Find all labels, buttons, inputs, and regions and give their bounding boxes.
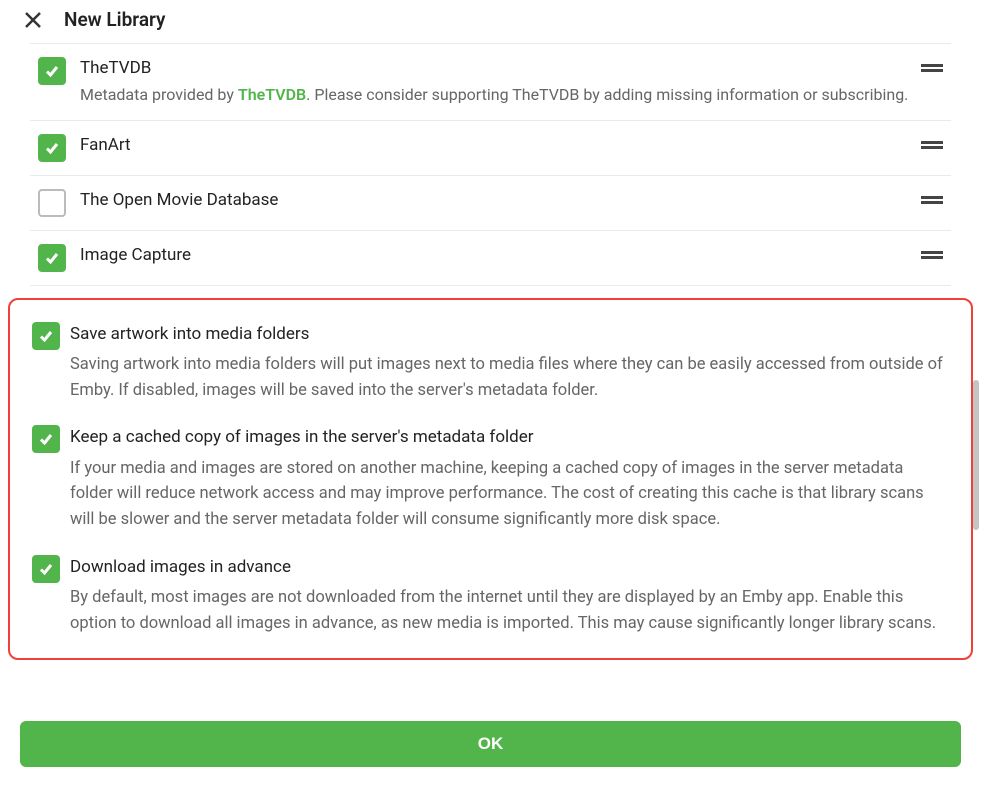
metadata-provider-omdb: The Open Movie Database	[30, 176, 951, 231]
provider-text: TheTVDB Metadata provided by TheTVDB. Pl…	[80, 57, 911, 107]
checkbox-save-artwork[interactable]	[32, 322, 60, 350]
option-text: Save artwork into media folders Saving a…	[70, 322, 949, 404]
provider-title: The Open Movie Database	[80, 189, 911, 213]
metadata-provider-fanart: FanArt	[30, 121, 951, 176]
option-desc: By default, most images are not download…	[70, 585, 949, 636]
ok-button[interactable]: OK	[20, 721, 961, 767]
provider-text: The Open Movie Database	[80, 189, 911, 213]
dialog-content: TheTVDB Metadata provided by TheTVDB. Pl…	[0, 43, 981, 660]
scrollbar[interactable]	[973, 380, 979, 530]
option-desc: If your media and images are stored on a…	[70, 456, 949, 533]
checkbox-fanart[interactable]	[38, 134, 66, 162]
dialog-title: New Library	[64, 8, 165, 31]
option-text: Keep a cached copy of images in the serv…	[70, 425, 949, 532]
artwork-options-group: Save artwork into media folders Saving a…	[8, 298, 973, 660]
drag-handle-icon[interactable]	[911, 244, 943, 262]
option-desc: Saving artwork into media folders will p…	[70, 352, 949, 403]
provider-text: FanArt	[80, 134, 911, 158]
dialog-header: New Library	[0, 0, 981, 43]
option-title: Download images in advance	[70, 555, 949, 581]
thetvdb-link[interactable]: TheTVDB	[238, 85, 306, 104]
drag-handle-icon[interactable]	[911, 57, 943, 75]
provider-desc: Metadata provided by TheTVDB. Please con…	[80, 83, 911, 107]
checkbox-cached-copy[interactable]	[32, 425, 60, 453]
provider-title: TheTVDB	[80, 57, 911, 81]
option-title: Keep a cached copy of images in the serv…	[70, 425, 949, 451]
option-cached-copy: Keep a cached copy of images in the serv…	[32, 425, 949, 532]
provider-text: Image Capture	[80, 244, 911, 268]
provider-title: FanArt	[80, 134, 911, 158]
provider-title: Image Capture	[80, 244, 911, 268]
option-title: Save artwork into media folders	[70, 322, 949, 348]
drag-handle-icon[interactable]	[911, 189, 943, 207]
option-text: Download images in advance By default, m…	[70, 555, 949, 637]
option-save-artwork: Save artwork into media folders Saving a…	[32, 322, 949, 404]
checkbox-omdb[interactable]	[38, 189, 66, 217]
drag-handle-icon[interactable]	[911, 134, 943, 152]
option-download-advance: Download images in advance By default, m…	[32, 555, 949, 637]
desc-suffix: . Please consider supporting TheTVDB by …	[306, 85, 908, 104]
checkbox-image-capture[interactable]	[38, 244, 66, 272]
metadata-provider-image-capture: Image Capture	[30, 231, 951, 286]
metadata-provider-thetvdb: TheTVDB Metadata provided by TheTVDB. Pl…	[30, 43, 951, 121]
desc-prefix: Metadata provided by	[80, 85, 238, 104]
checkbox-download-advance[interactable]	[32, 555, 60, 583]
close-icon[interactable]	[22, 9, 44, 31]
checkbox-thetvdb[interactable]	[38, 57, 66, 85]
